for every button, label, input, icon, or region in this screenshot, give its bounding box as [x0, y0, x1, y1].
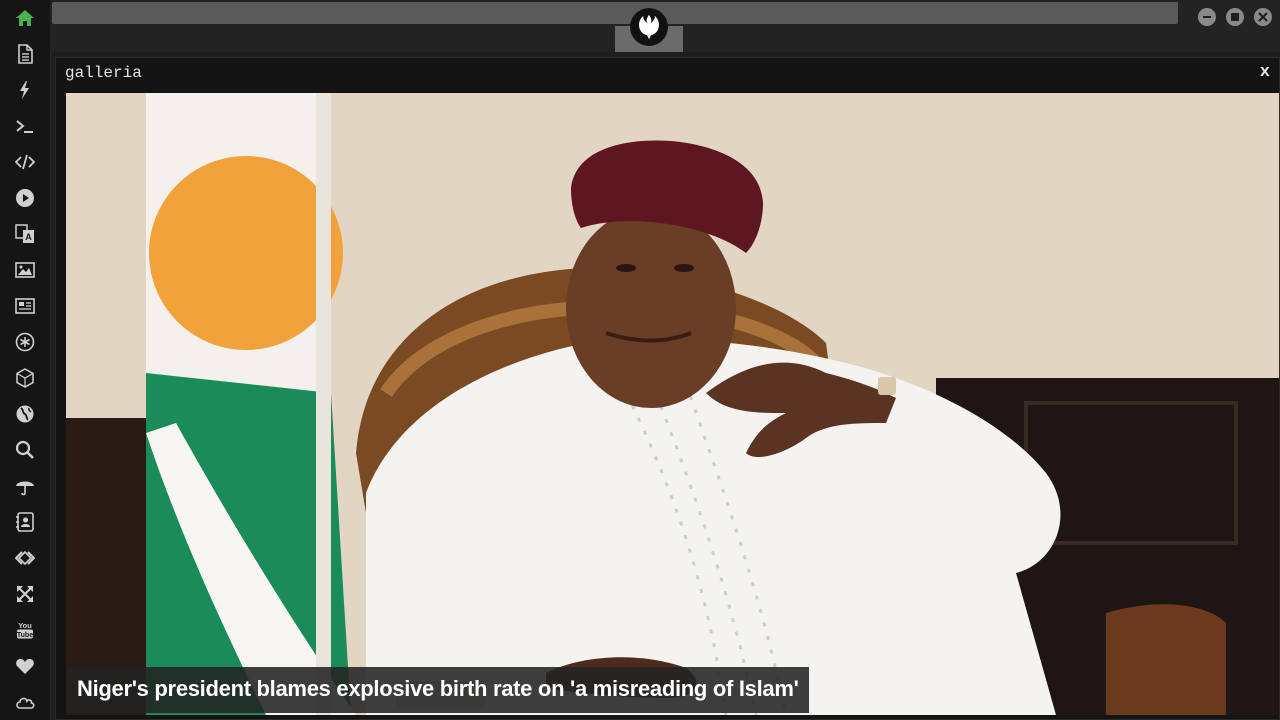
search-icon[interactable]	[15, 440, 35, 460]
svg-text:A: A	[25, 232, 32, 242]
heart-icon[interactable]	[15, 656, 35, 676]
play-icon[interactable]	[15, 188, 35, 208]
rebel-alliance-logo-icon[interactable]	[630, 8, 668, 46]
home-icon[interactable]	[15, 8, 35, 28]
window-title: galleria	[65, 64, 142, 82]
image-icon[interactable]	[15, 260, 35, 280]
expand-icon[interactable]	[15, 584, 35, 604]
hexagon-icon[interactable]	[15, 368, 35, 388]
gallery-caption: Niger's president blames explosive birth…	[67, 667, 809, 713]
maximize-button[interactable]	[1226, 8, 1244, 26]
gallery-image	[66, 93, 1279, 715]
top-bar	[50, 0, 1280, 52]
sidebar: A You Tube	[0, 0, 51, 720]
address-bar[interactable]	[52, 2, 1178, 24]
umbrella-icon[interactable]	[15, 476, 35, 496]
close-window-button[interactable]	[1254, 8, 1272, 26]
window-header: galleria x	[56, 58, 1279, 92]
gallery-photo[interactable]: Niger's president blames explosive birth…	[66, 93, 1279, 715]
svg-text:You: You	[18, 621, 32, 630]
gallery-window: galleria x Niger's president blames expl…	[55, 57, 1280, 720]
newspaper-icon[interactable]	[15, 296, 35, 316]
svg-text:Tube: Tube	[17, 632, 33, 639]
youtube-icon[interactable]: You Tube	[15, 620, 35, 640]
asterisk-icon[interactable]	[15, 332, 35, 352]
document-icon[interactable]	[15, 44, 35, 64]
window-close-button[interactable]: x	[1260, 63, 1270, 82]
lightning-icon[interactable]	[15, 80, 35, 100]
globe-icon[interactable]	[15, 404, 35, 424]
terminal-icon[interactable]	[15, 117, 35, 137]
code-icon[interactable]	[15, 152, 35, 172]
cloud-icon[interactable]	[15, 692, 35, 712]
contacts-icon[interactable]	[15, 512, 35, 532]
translate-icon[interactable]: A	[15, 224, 35, 244]
link-icon[interactable]	[15, 548, 35, 568]
minimize-button[interactable]	[1198, 8, 1216, 26]
